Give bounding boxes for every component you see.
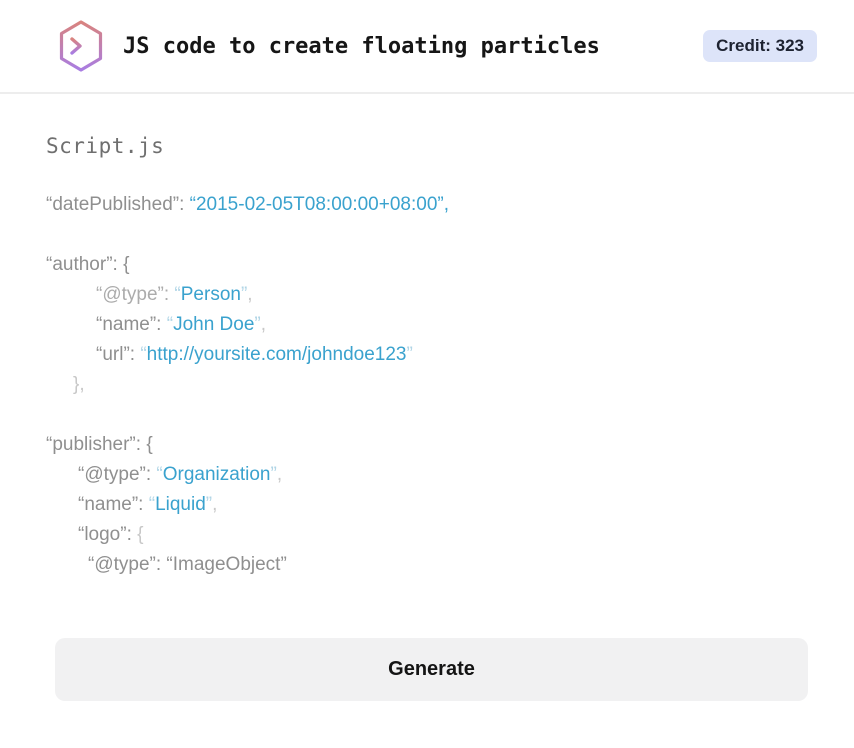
code-segment: Person — [180, 284, 241, 305]
code-segment: }, — [73, 374, 85, 395]
code-line: “name”: “John Doe”, — [46, 310, 808, 340]
code-line: “name”: “Liquid”, — [46, 490, 808, 520]
code-line: “author”: { — [46, 250, 808, 280]
code-segment: “@type”: “ImageObject” — [88, 554, 287, 575]
page-title: JS code to create floating particles — [123, 33, 600, 59]
code-segment: “publisher”: { — [46, 434, 153, 455]
code-segment: , — [247, 284, 253, 305]
code-line: “url”: “http://yoursite.com/johndoe123” — [46, 340, 808, 370]
code-segment: “url”: — [96, 344, 141, 365]
code-segment: , — [260, 314, 267, 335]
code-segment: “2015-02-05T08:00:00+08:00”, — [189, 194, 449, 215]
script-filename: Script.js — [46, 134, 165, 158]
logo-svg — [59, 20, 103, 72]
header: JS code to create floating particles Cre… — [0, 0, 854, 94]
main-content: Script.js “datePublished”: “2015-02-05T0… — [0, 134, 854, 580]
credit-badge: Credit: 323 — [703, 30, 817, 62]
code-segment: , — [276, 464, 283, 485]
code-segment: “name”: — [96, 314, 167, 335]
code-line: }, — [46, 370, 808, 400]
code-segment: “logo”: — [78, 524, 138, 545]
code-segment: Organization — [162, 464, 271, 485]
code-line: “datePublished”: “2015-02-05T08:00:00+08… — [46, 190, 808, 220]
code-segment: , — [212, 494, 218, 515]
code-block: “datePublished”: “2015-02-05T08:00:00+08… — [46, 190, 808, 580]
code-line: “@type”: “Person”, — [46, 280, 808, 310]
generate-button[interactable]: Generate — [55, 638, 808, 701]
code-line: “@type”: “ImageObject” — [46, 550, 808, 580]
code-segment: ” — [406, 344, 413, 365]
code-line: “logo”: { — [46, 520, 808, 550]
code-segment: “@type”: — [78, 464, 157, 485]
code-segment: { — [137, 524, 144, 545]
code-segment: “author”: { — [46, 254, 130, 275]
code-segment: Liquid — [155, 494, 206, 515]
code-line: “@type”: “Organization”, — [46, 460, 808, 490]
code-segment: John Doe — [173, 314, 255, 335]
code-segment: “datePublished”: — [46, 194, 190, 215]
terminal-prompt-hexagon-icon — [57, 19, 105, 73]
code-segment: “@type”: — [96, 284, 175, 305]
footer: Generate — [55, 638, 808, 701]
code-line: “publisher”: { — [46, 430, 808, 460]
code-segment: http://yoursite.com/johndoe123 — [146, 344, 407, 365]
code-segment: “name”: — [78, 494, 149, 515]
